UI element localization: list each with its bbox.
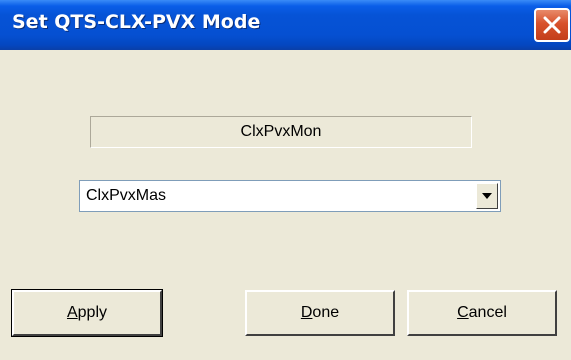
done-accelerator: D (300, 304, 313, 321)
done-label-rest: one (312, 304, 340, 321)
mode-select[interactable]: ClxPvxMas (79, 180, 501, 212)
apply-accelerator: A (66, 304, 78, 321)
mode-select-value: ClxPvxMas (86, 187, 167, 204)
window-title: Set QTS-CLX-PVX Mode (12, 11, 261, 33)
close-icon (543, 16, 561, 34)
apply-button[interactable]: Apply (11, 289, 163, 337)
cancel-button[interactable]: Cancel (407, 290, 557, 336)
dialog-window: Set QTS-CLX-PVX Mode ClxPvxMon ClxPvxMas… (0, 0, 571, 360)
cancel-label-rest: ancel (468, 304, 507, 321)
cancel-accelerator: C (457, 304, 469, 321)
done-button[interactable]: Done (245, 290, 395, 336)
chevron-down-icon (482, 193, 492, 199)
title-bar[interactable]: Set QTS-CLX-PVX Mode (0, 0, 571, 50)
apply-label-rest: pply (77, 304, 108, 321)
dropdown-arrow-button[interactable] (476, 183, 498, 209)
close-button[interactable] (534, 8, 570, 42)
current-mode-readout: ClxPvxMon (90, 116, 472, 148)
